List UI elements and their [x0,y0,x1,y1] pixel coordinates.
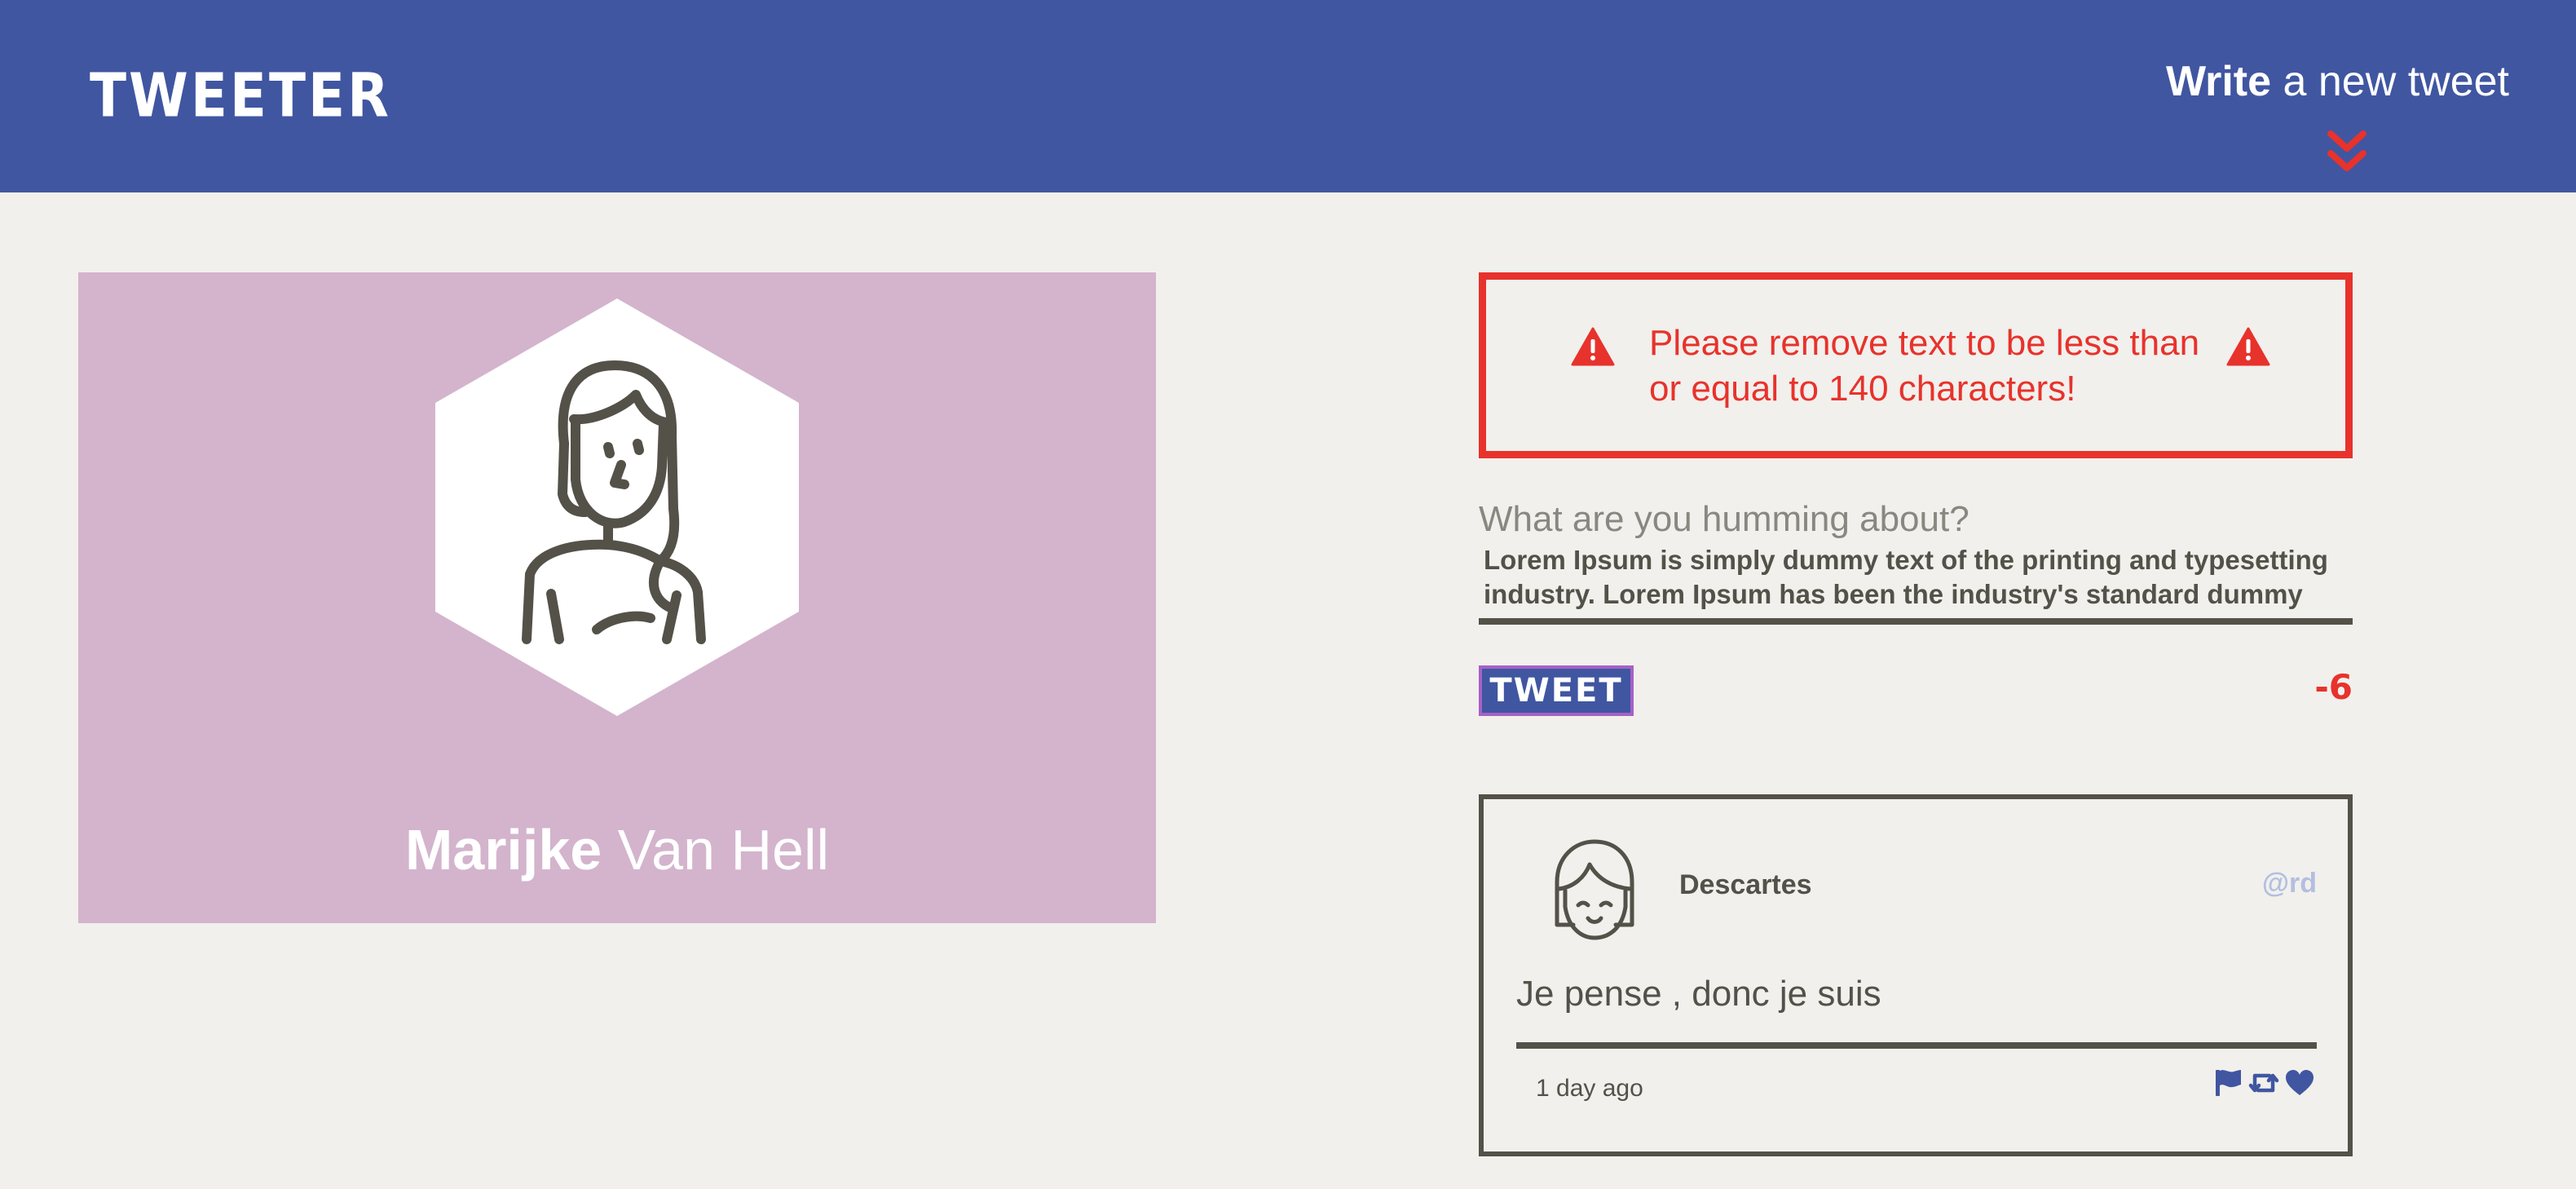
tweet-article: Descartes @rd Je pense , donc je suis 1 … [1479,794,2353,1156]
brand-logo[interactable]: TWEETER [90,60,391,130]
tweet-submit-button[interactable]: TWEET [1479,665,1634,716]
heart-icon[interactable] [2284,1068,2315,1098]
compose-rest-label: a new tweet [2271,58,2509,105]
compose-bold-label: Write [2165,58,2272,105]
tweet-author-name: Descartes [1679,869,1812,900]
profile-name: Marijke Van Hell [78,817,1156,882]
profile-last-name: Van Hell [602,818,830,882]
profile-first-name: Marijke [404,818,602,882]
tweet-input-label: What are you humming about? [1479,499,1969,539]
error-text: Please remove text to be less than or eq… [1649,323,2200,409]
tweet-divider [1516,1042,2317,1049]
profile-card: Marijke Van Hell [78,272,1156,923]
tweet-author-handle: @rd [2261,868,2317,899]
retweet-icon[interactable] [2248,1068,2279,1098]
write-new-tweet-link[interactable]: Write a new tweet [2166,57,2509,106]
tweet-actions [2212,1068,2315,1098]
warning-triangle-icon [2226,327,2270,366]
girl-face-avatar-icon [1555,839,1634,940]
error-message-box: Please remove text to be less than or eq… [1479,272,2353,458]
character-counter: -6 [2314,667,2353,707]
top-nav: TWEETER Write a new tweet [0,0,2576,192]
woman-avatar-icon [435,298,799,716]
tweet-text-input[interactable]: Lorem Ipsum is simply dummy text of the … [1479,543,2353,625]
tweet-content: Je pense , donc je suis [1516,974,1881,1014]
warning-triangle-icon [1571,327,1615,366]
flag-icon[interactable] [2212,1068,2243,1098]
double-chevron-down-icon[interactable] [2327,129,2367,178]
tweet-timestamp: 1 day ago [1536,1075,1643,1102]
